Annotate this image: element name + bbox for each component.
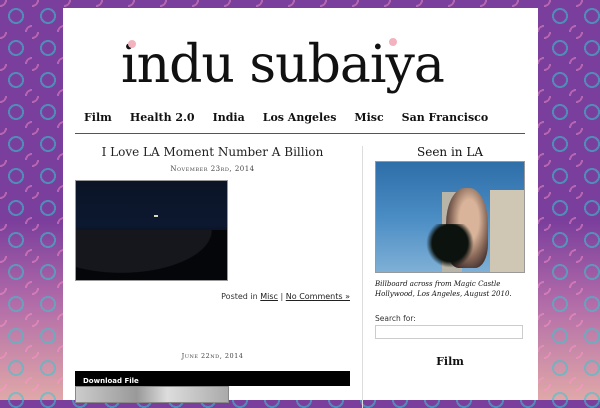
main-column: I Love LA Moment Number A Billion Novemb…	[75, 141, 350, 403]
download-file-button[interactable]: Download File	[75, 371, 350, 386]
sidebar-heading-film: Film	[436, 355, 464, 368]
photo-hills	[76, 230, 227, 280]
search-input[interactable]	[375, 325, 523, 339]
main-nav: Film Health 2.0 India Los Angeles Misc S…	[75, 103, 525, 134]
post-title[interactable]: I Love LA Moment Number A Billion	[75, 145, 350, 159]
post-meta: Posted in Misc | No Comments »	[221, 292, 350, 301]
nav-item-los-angeles[interactable]: Los Angeles	[254, 103, 346, 133]
building-right	[490, 190, 524, 272]
logo-dot-blue-icon	[442, 52, 464, 82]
photo-caption: Billboard across from Magic Castle Holly…	[375, 280, 512, 298]
sidebar-photo[interactable]	[375, 161, 525, 273]
search-label: Search for:	[375, 314, 416, 323]
page-content: indu subaiya Film Health 2.0 India Los A…	[63, 8, 538, 408]
post-date: November 23rd, 2014	[170, 165, 255, 173]
nav-item-san-francisco[interactable]: San Francisco	[393, 103, 498, 133]
category-link[interactable]: Misc	[260, 292, 278, 301]
post-photo[interactable]	[75, 180, 228, 281]
comments-link[interactable]: No Comments »	[286, 292, 350, 301]
palm-tree	[422, 224, 478, 272]
posted-in-label: Posted in	[221, 292, 258, 301]
post-photo[interactable]	[75, 386, 229, 403]
logo-dot-pink-icon	[128, 40, 136, 48]
column-divider	[362, 146, 363, 408]
sidebar: Seen in LA Billboard across from Magic C…	[375, 141, 525, 368]
logo-dot-pink-icon	[389, 38, 397, 46]
post-date: June 22nd, 2014	[181, 352, 244, 360]
nav-item-film[interactable]: Film	[75, 103, 121, 133]
nav-item-misc[interactable]: Misc	[345, 103, 392, 133]
site-logo[interactable]: indu subaiya	[121, 30, 464, 100]
meta-separator: |	[280, 292, 284, 301]
sidebar-heading-seen: Seen in LA	[417, 145, 483, 159]
nav-item-india[interactable]: India	[204, 103, 254, 133]
photo-light	[154, 215, 158, 217]
nav-item-health[interactable]: Health 2.0	[121, 103, 204, 133]
